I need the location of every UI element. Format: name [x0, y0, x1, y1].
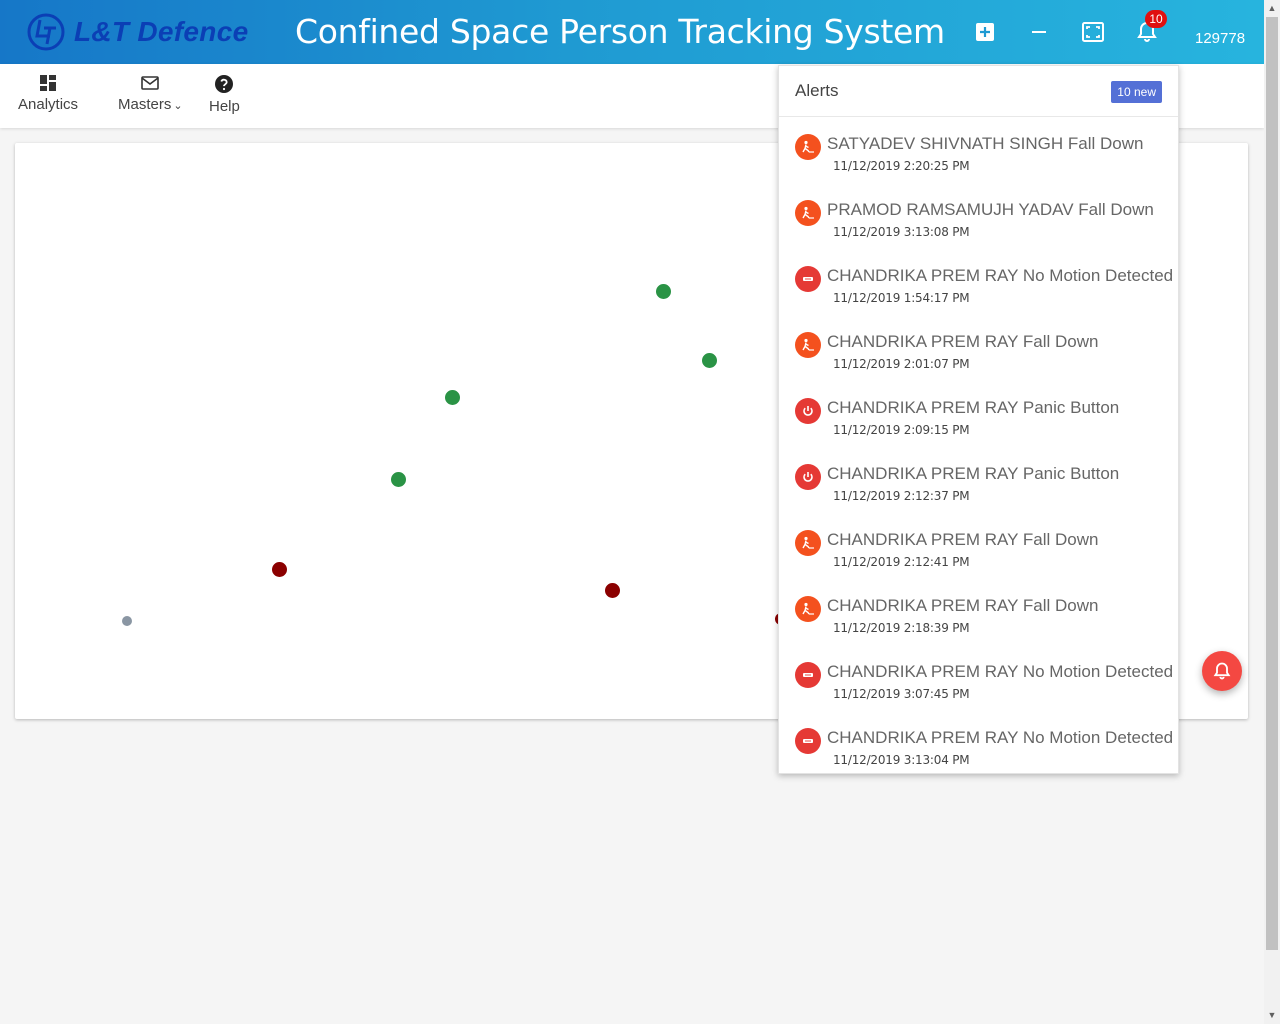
person-marker-safe[interactable]: [445, 390, 460, 405]
no-motion-icon: [795, 266, 821, 292]
alert-item[interactable]: PRAMOD RAMSAMUJH YADAV Fall Down 11/12/20…: [779, 188, 1179, 254]
alert-timestamp: 11/12/2019 3:07:45 PM: [833, 687, 970, 701]
alert-message: CHANDRIKA PREM RAY No Motion Detected: [827, 266, 1174, 285]
alert-message: CHANDRIKA PREM RAY Panic Button: [827, 464, 1120, 483]
person-marker-inactive[interactable]: [122, 616, 132, 626]
dashboard-icon: [40, 75, 57, 91]
alerts-dropdown: Alerts 10 new SATYADEV SHIVNATH SINGH Fa…: [778, 65, 1179, 774]
menu-item-label: Analytics: [18, 96, 79, 113]
person-marker-safe[interactable]: [656, 284, 671, 299]
top-bar: L&T Defence Confined Space Person Tracki…: [0, 0, 1264, 64]
scroll-down-arrow-icon[interactable]: ▼: [1267, 1010, 1277, 1020]
alert-timestamp: 11/12/2019 2:12:37 PM: [833, 489, 970, 503]
page-scrollbar[interactable]: ▲ ▼: [1264, 0, 1280, 1024]
scroll-thumb[interactable]: [1266, 17, 1278, 950]
fall-person-icon: [795, 134, 821, 160]
person-marker-alert[interactable]: [605, 583, 620, 598]
power-icon: [795, 464, 821, 490]
fall-person-icon: [795, 530, 821, 556]
add-box-icon[interactable]: [973, 20, 997, 44]
alert-message: CHANDRIKA PREM RAY No Motion Detected: [827, 662, 1174, 681]
alert-item[interactable]: SATYADEV SHIVNATH SINGH Fall Down 11/12/2…: [779, 122, 1179, 188]
user-id[interactable]: 129778: [1195, 30, 1245, 47]
alert-item[interactable]: CHANDRIKA PREM RAY Fall Down 11/12/2019 2…: [779, 320, 1179, 386]
alert-message: CHANDRIKA PREM RAY Fall Down: [827, 596, 1099, 615]
alert-timestamp: 11/12/2019 2:12:41 PM: [833, 555, 970, 569]
alert-timestamp: 11/12/2019 3:13:08 PM: [833, 225, 970, 239]
alert-message: PRAMOD RAMSAMUJH YADAV Fall Down: [827, 200, 1154, 219]
fall-person-icon: [795, 596, 821, 622]
menu-item-analytics[interactable]: Analytics: [18, 74, 78, 113]
no-motion-icon: [795, 728, 821, 754]
alert-message: SATYADEV SHIVNATH SINGH Fall Down: [827, 134, 1144, 153]
help-circle-icon: [215, 75, 234, 93]
alert-timestamp: 11/12/2019 2:01:07 PM: [833, 357, 970, 371]
chevron-down-icon: ⌄: [173, 100, 183, 112]
scroll-up-arrow-icon[interactable]: ▲: [1267, 3, 1277, 13]
alert-item[interactable]: CHANDRIKA PREM RAY No Motion Detected 11/…: [779, 254, 1179, 320]
alert-item[interactable]: CHANDRIKA PREM RAY No Motion Detected 11/…: [779, 716, 1179, 782]
mail-icon: [141, 76, 160, 90]
alert-timestamp: 11/12/2019 2:18:39 PM: [833, 621, 970, 635]
person-marker-safe[interactable]: [702, 353, 717, 368]
minus-icon[interactable]: [1027, 20, 1051, 44]
bell-icon: [1213, 662, 1231, 680]
alert-message: CHANDRIKA PREM RAY Panic Button: [827, 398, 1120, 417]
brand-logo[interactable]: L&T Defence: [26, 12, 248, 52]
menu-item-help[interactable]: Help: [209, 74, 240, 115]
menu-item-masters[interactable]: Masters ⌄: [118, 74, 183, 113]
fullscreen-icon[interactable]: [1081, 20, 1105, 44]
notification-count-badge: 10: [1145, 10, 1167, 28]
alert-item[interactable]: CHANDRIKA PREM RAY Fall Down 11/12/2019 2…: [779, 518, 1179, 584]
lt-logo-icon: [27, 13, 65, 51]
alert-item[interactable]: CHANDRIKA PREM RAY Panic Button 11/12/201…: [779, 386, 1179, 452]
alert-message: CHANDRIKA PREM RAY Fall Down: [827, 530, 1099, 549]
alerts-header: Alerts 10 new: [779, 66, 1178, 117]
alert-message: CHANDRIKA PREM RAY No Motion Detected: [827, 728, 1174, 747]
new-alerts-badge: 10 new: [1111, 81, 1162, 103]
person-marker-safe[interactable]: [391, 472, 406, 487]
alert-message: CHANDRIKA PREM RAY Fall Down: [827, 332, 1099, 351]
app-title: Confined Space Person Tracking System: [295, 12, 945, 51]
alert-fab-button[interactable]: [1202, 651, 1242, 691]
menu-item-label: Masters: [118, 96, 172, 113]
alert-item[interactable]: CHANDRIKA PREM RAY Panic Button 11/12/201…: [779, 452, 1179, 518]
brand-name: L&T Defence: [74, 16, 249, 47]
fall-person-icon: [795, 200, 821, 226]
power-icon: [795, 398, 821, 424]
alert-timestamp: 11/12/2019 2:09:15 PM: [833, 423, 970, 437]
alert-item[interactable]: CHANDRIKA PREM RAY Fall Down 11/12/2019 2…: [779, 584, 1179, 650]
menu-item-label: Help: [209, 98, 240, 115]
alert-item[interactable]: CHANDRIKA PREM RAY No Motion Detected 11/…: [779, 650, 1179, 716]
alert-timestamp: 11/12/2019 1:54:17 PM: [833, 291, 970, 305]
alert-timestamp: 11/12/2019 3:13:04 PM: [833, 753, 970, 767]
fall-person-icon: [795, 332, 821, 358]
alert-timestamp: 11/12/2019 2:20:25 PM: [833, 159, 970, 173]
alerts-title: Alerts: [795, 81, 839, 100]
no-motion-icon: [795, 662, 821, 688]
person-marker-alert[interactable]: [272, 562, 287, 577]
